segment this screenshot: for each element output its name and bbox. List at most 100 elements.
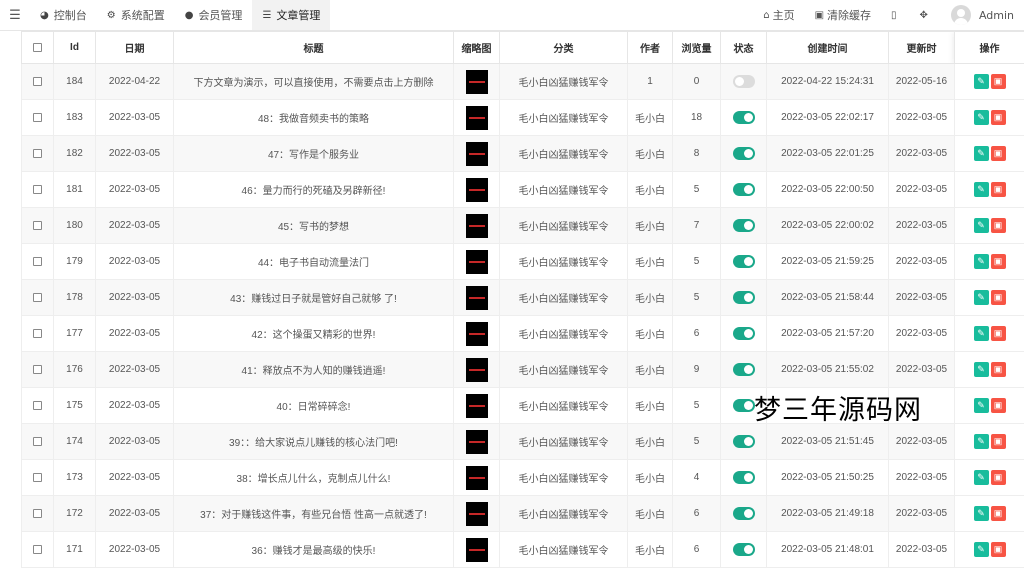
table-row[interactable]: 172 2022-03-05 37：对于赚钱这件事，有些兄台悟 性高一点就透了! 毛小… — [21, 495, 1024, 532]
delete-button[interactable]: ▣ — [990, 182, 1006, 197]
status-toggle[interactable] — [732, 363, 755, 376]
thumbnail-image[interactable] — [465, 177, 488, 202]
col-header-updated[interactable]: 更新时 — [888, 31, 955, 64]
col-header-status[interactable]: 状态 — [720, 31, 767, 64]
delete-button[interactable]: ▣ — [990, 290, 1006, 305]
thumbnail-image[interactable] — [465, 213, 488, 238]
row-checkbox[interactable] — [33, 328, 42, 338]
row-checkbox[interactable] — [33, 292, 42, 302]
edit-button[interactable]: ✎ — [973, 434, 989, 449]
row-checkbox[interactable] — [33, 220, 42, 230]
delete-button[interactable]: ▣ — [990, 470, 1006, 485]
delete-button[interactable]: ▣ — [990, 506, 1006, 521]
thumbnail-image[interactable] — [465, 321, 488, 346]
thumbnail-image[interactable] — [465, 537, 488, 562]
thumbnail-image[interactable] — [465, 105, 488, 130]
row-checkbox[interactable] — [33, 256, 42, 266]
status-toggle[interactable] — [732, 327, 755, 340]
thumbnail-image[interactable] — [465, 465, 488, 490]
table-row[interactable]: 182 2022-03-05 47：写作是个服务业 毛小白凶猛赚钱军令 毛小白 8 2022… — [21, 135, 1024, 172]
nav-item-members[interactable]: ● 会员管理 — [175, 0, 253, 30]
table-row[interactable]: 179 2022-03-05 44：电子书自动流量法门 毛小白凶猛赚钱军令 毛小白 5 20… — [21, 243, 1024, 280]
row-checkbox[interactable] — [33, 184, 42, 194]
col-header-id[interactable]: Id — [53, 31, 96, 64]
thumbnail-image[interactable] — [465, 69, 488, 94]
table-row[interactable]: 180 2022-03-05 45：写书的梦想 毛小白凶猛赚钱军令 毛小白 7 2022-0… — [21, 207, 1024, 244]
nav-item-articles[interactable]: ☰ 文章管理 — [252, 0, 331, 30]
edit-button[interactable]: ✎ — [973, 506, 989, 521]
status-toggle[interactable] — [732, 75, 755, 88]
status-toggle[interactable] — [732, 147, 755, 160]
col-header-views[interactable]: 浏览量 — [672, 31, 721, 64]
row-checkbox[interactable] — [33, 472, 42, 482]
table-row[interactable]: 181 2022-03-05 46：量力而行的死磕及另辟新径! 毛小白凶猛赚钱军令 毛小… — [21, 171, 1024, 208]
table-row[interactable]: 184 2022-04-22 下方文章为演示，可以直接使用，不需要点击上方删除 毛小白… — [21, 63, 1024, 100]
row-checkbox[interactable] — [33, 436, 42, 446]
edit-button[interactable]: ✎ — [973, 182, 989, 197]
edit-button[interactable]: ✎ — [973, 74, 989, 89]
edit-button[interactable]: ✎ — [973, 254, 989, 269]
thumbnail-image[interactable] — [465, 357, 488, 382]
col-header-author[interactable]: 作者 — [627, 31, 673, 64]
delete-button[interactable]: ▣ — [990, 254, 1006, 269]
delete-button[interactable]: ▣ — [990, 362, 1006, 377]
nav-item-system-config[interactable]: ⚙ 系统配置 — [97, 0, 175, 30]
thumbnail-image[interactable] — [465, 249, 488, 274]
table-row[interactable]: 176 2022-03-05 41：释放点不为人知的赚钱逍遥! 毛小白凶猛赚钱军令 毛小… — [21, 351, 1024, 388]
thumbnail-image[interactable] — [465, 141, 488, 166]
clear-cache-button[interactable]: ▣ 清除缓存 — [805, 7, 881, 23]
table-row[interactable]: 177 2022-03-05 42：这个操蛋又精彩的世界! 毛小白凶猛赚钱军令 毛小白 6… — [21, 315, 1024, 352]
row-checkbox[interactable] — [33, 508, 42, 518]
col-header-created[interactable]: 创建时间 — [766, 31, 889, 64]
select-all-checkbox[interactable] — [33, 42, 42, 52]
row-checkbox[interactable] — [33, 400, 42, 410]
menu-toggle-icon[interactable]: ☰ — [0, 8, 30, 23]
thumbnail-image[interactable] — [465, 285, 488, 310]
status-toggle[interactable] — [732, 219, 755, 232]
row-checkbox[interactable] — [33, 544, 42, 554]
thumbnail-image[interactable] — [465, 393, 488, 418]
table-row[interactable]: 174 2022-03-05 39：：给大家说点儿赚钱的核心法门吧! 毛小白凶猛赚钱军… — [21, 423, 1024, 460]
status-toggle[interactable] — [732, 183, 755, 196]
delete-button[interactable]: ▣ — [990, 326, 1006, 341]
table-row[interactable]: 173 2022-03-05 38：增长点儿什么，克制点儿什么! 毛小白凶猛赚钱军令毛… — [21, 459, 1024, 496]
fullscreen-button[interactable]: ✥ — [910, 10, 941, 21]
edit-button[interactable]: ✎ — [973, 218, 989, 233]
row-checkbox[interactable] — [33, 364, 42, 374]
edit-button[interactable]: ✎ — [973, 398, 989, 413]
col-header-category[interactable]: 分类 — [499, 31, 628, 64]
status-toggle[interactable] — [732, 543, 755, 556]
delete-button[interactable]: ▣ — [990, 542, 1006, 557]
edit-button[interactable]: ✎ — [973, 146, 989, 161]
edit-button[interactable]: ✎ — [973, 326, 989, 341]
user-menu[interactable]: Admin — [941, 5, 1024, 25]
delete-button[interactable]: ▣ — [990, 110, 1006, 125]
table-row[interactable]: 183 2022-03-05 48：我做音频卖书的策略 毛小白凶猛赚钱军令 毛小白 18 2… — [21, 99, 1024, 136]
table-row[interactable]: 175 2022-03-05 40：日常碎碎念! 毛小白凶猛赚钱军令 毛小白 5 ✎ ▣ — [21, 387, 1024, 424]
status-toggle[interactable] — [732, 255, 755, 268]
status-toggle[interactable] — [732, 435, 755, 448]
row-checkbox[interactable] — [33, 148, 42, 158]
edit-button[interactable]: ✎ — [973, 362, 989, 377]
row-checkbox[interactable] — [33, 76, 42, 86]
edit-button[interactable]: ✎ — [973, 542, 989, 557]
delete-button[interactable]: ▣ — [990, 74, 1006, 89]
delete-button[interactable]: ▣ — [990, 146, 1006, 161]
delete-button[interactable]: ▣ — [990, 434, 1006, 449]
col-header-date[interactable]: 日期 — [95, 31, 174, 64]
thumbnail-image[interactable] — [465, 501, 488, 526]
edit-button[interactable]: ✎ — [973, 470, 989, 485]
col-header-title[interactable]: 标题 — [173, 31, 454, 64]
nav-item-dashboard[interactable]: ◕ 控制台 — [30, 0, 97, 30]
status-toggle[interactable] — [732, 507, 755, 520]
edit-button[interactable]: ✎ — [973, 110, 989, 125]
thumbnail-image[interactable] — [465, 429, 488, 454]
edit-button[interactable]: ✎ — [973, 290, 989, 305]
delete-button[interactable]: ▣ — [990, 218, 1006, 233]
status-toggle[interactable] — [732, 471, 755, 484]
delete-button[interactable]: ▣ — [990, 398, 1006, 413]
table-row[interactable]: 171 2022-03-05 36：赚钱才是最高级的快乐! 毛小白凶猛赚钱军令 毛小白 6… — [21, 531, 1024, 568]
translate-button[interactable]: ▯ — [881, 10, 910, 21]
status-toggle[interactable] — [732, 399, 755, 412]
table-row[interactable]: 178 2022-03-05 43：赚钱过日子就是管好自己就够 了! 毛小白凶猛赚钱军… — [21, 279, 1024, 316]
